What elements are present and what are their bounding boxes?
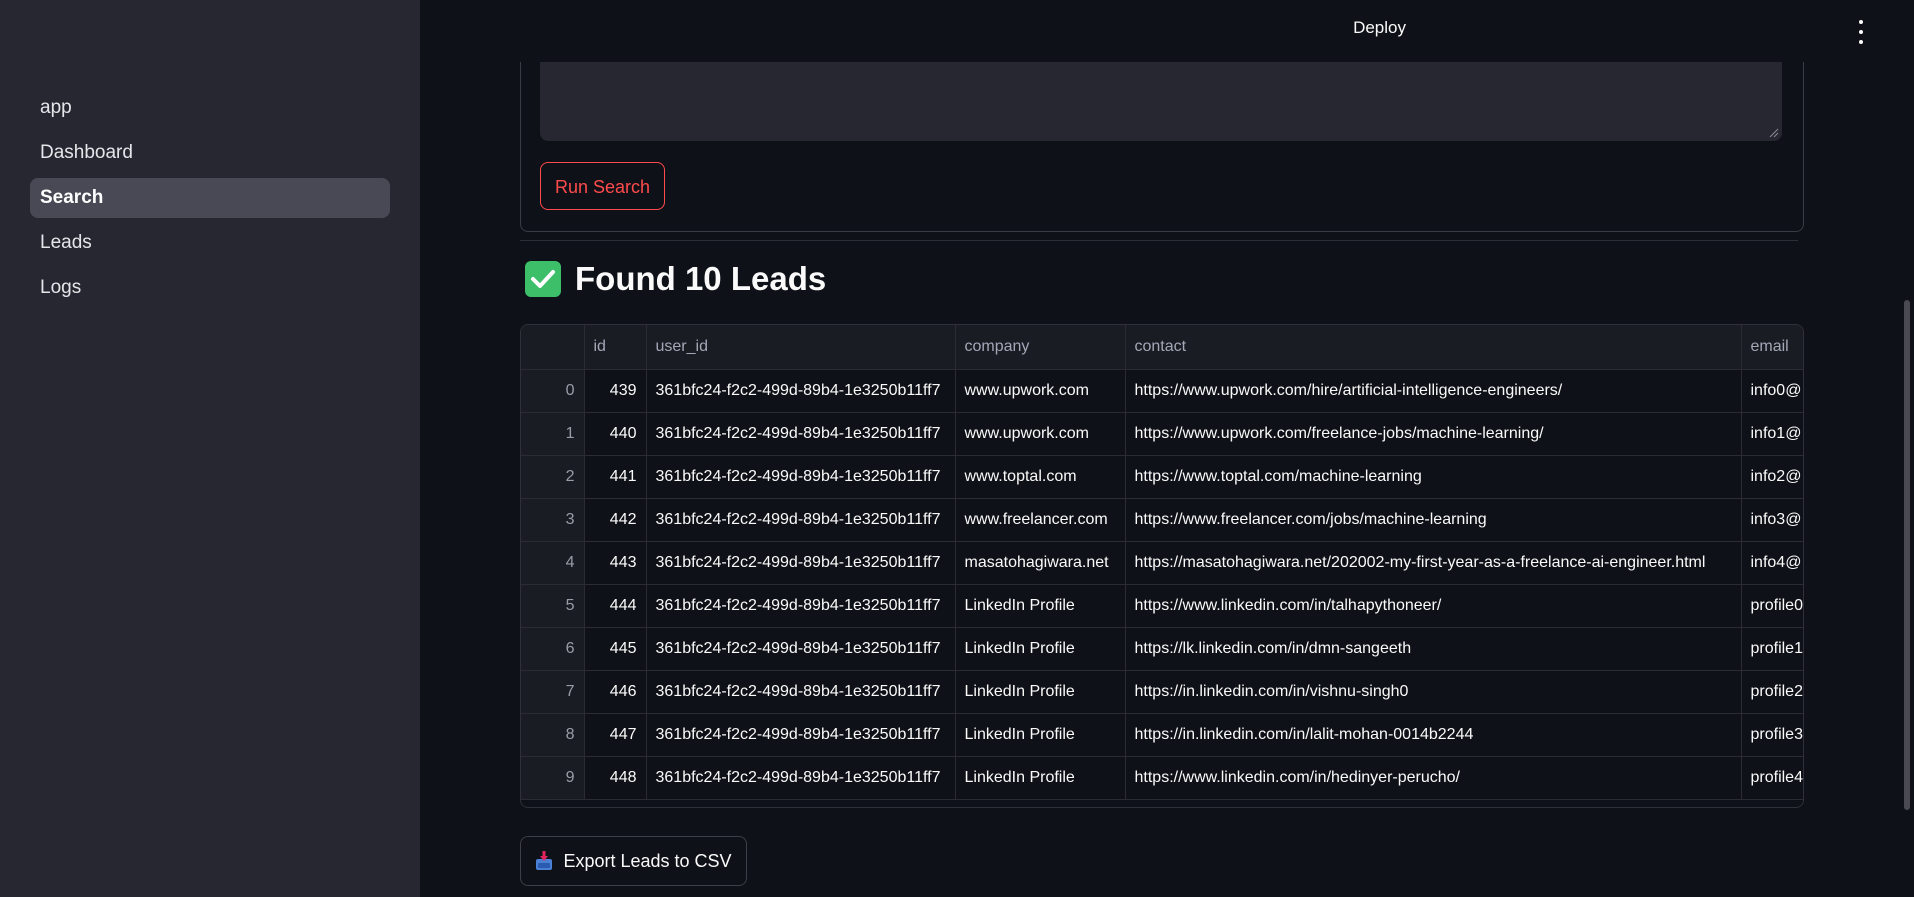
cell-id[interactable]: 441 bbox=[584, 455, 647, 499]
table-row[interactable]: 0 439 361bfc24-f2c2-499d-89b4-1e3250b11ff7… bbox=[521, 369, 1803, 413]
cell-index[interactable]: 4 bbox=[521, 541, 585, 585]
cell-id[interactable]: 447 bbox=[584, 713, 647, 757]
deploy-button[interactable]: Deploy bbox=[1353, 18, 1406, 38]
cell-company[interactable]: www.toptal.com bbox=[955, 455, 1126, 499]
table-row[interactable]: 4 443 361bfc24-f2c2-499d-89b4-1e3250b11ff7… bbox=[521, 541, 1803, 585]
cell-email[interactable]: profile2 bbox=[1741, 670, 1803, 714]
column-header-company[interactable]: company bbox=[955, 325, 1126, 370]
sidebar-item-leads[interactable]: Leads bbox=[30, 223, 390, 263]
cell-email[interactable]: info1@ bbox=[1741, 412, 1803, 456]
app-header: Deploy bbox=[420, 0, 1914, 62]
cell-contact[interactable]: https://www.linkedin.com/in/talhapythone… bbox=[1125, 584, 1742, 628]
column-header-user-id[interactable]: user_id bbox=[646, 325, 956, 370]
cell-id[interactable]: 446 bbox=[584, 670, 647, 714]
cell-contact[interactable]: https://in.linkedin.com/in/lalit-mohan-0… bbox=[1125, 713, 1742, 757]
cell-index[interactable]: 9 bbox=[521, 756, 585, 800]
cell-company[interactable]: LinkedIn Profile bbox=[955, 627, 1126, 671]
cell-user-id[interactable]: 361bfc24-f2c2-499d-89b4-1e3250b11ff7 bbox=[646, 455, 956, 499]
cell-index[interactable]: 5 bbox=[521, 584, 585, 628]
cell-id[interactable]: 439 bbox=[584, 369, 647, 413]
cell-company[interactable]: LinkedIn Profile bbox=[955, 584, 1126, 628]
sidebar-item-dashboard[interactable]: Dashboard bbox=[30, 133, 390, 173]
table-row[interactable]: 1 440 361bfc24-f2c2-499d-89b4-1e3250b11ff7… bbox=[521, 412, 1803, 456]
column-header-index[interactable] bbox=[521, 325, 585, 370]
sidebar-item-logs[interactable]: Logs bbox=[30, 268, 390, 308]
cell-contact[interactable]: https://www.linkedin.com/in/hedinyer-per… bbox=[1125, 756, 1742, 800]
check-mark-icon bbox=[525, 261, 561, 297]
run-search-button[interactable]: Run Search bbox=[540, 162, 665, 210]
cell-company[interactable]: www.upwork.com bbox=[955, 369, 1126, 413]
table-row[interactable]: 6 445 361bfc24-f2c2-499d-89b4-1e3250b11ff7… bbox=[521, 627, 1803, 671]
table-row[interactable]: 3 442 361bfc24-f2c2-499d-89b4-1e3250b11ff7… bbox=[521, 498, 1803, 542]
column-header-email[interactable]: email bbox=[1741, 325, 1803, 370]
cell-contact[interactable]: https://www.toptal.com/machine-learning bbox=[1125, 455, 1742, 499]
column-header-contact[interactable]: contact bbox=[1125, 325, 1742, 370]
export-label: Export Leads to CSV bbox=[563, 850, 732, 871]
cell-id[interactable]: 448 bbox=[584, 756, 647, 800]
cell-user-id[interactable]: 361bfc24-f2c2-499d-89b4-1e3250b11ff7 bbox=[646, 369, 956, 413]
cell-index[interactable]: 1 bbox=[521, 412, 585, 456]
leads-table[interactable]: id user_id company contact email 0 439 361… bbox=[520, 324, 1804, 808]
main-menu-icon[interactable] bbox=[1853, 20, 1869, 44]
cell-id[interactable]: 445 bbox=[584, 627, 647, 671]
cell-email[interactable]: info0@ bbox=[1741, 369, 1803, 413]
cell-index[interactable]: 0 bbox=[521, 369, 585, 413]
results-heading: Found 10 Leads bbox=[525, 260, 826, 298]
sidebar-item-search[interactable]: Search bbox=[30, 178, 390, 218]
cell-user-id[interactable]: 361bfc24-f2c2-499d-89b4-1e3250b11ff7 bbox=[646, 541, 956, 585]
cell-index[interactable]: 6 bbox=[521, 627, 585, 671]
cell-contact[interactable]: https://www.upwork.com/freelance-jobs/ma… bbox=[1125, 412, 1742, 456]
cell-user-id[interactable]: 361bfc24-f2c2-499d-89b4-1e3250b11ff7 bbox=[646, 713, 956, 757]
cell-index[interactable]: 7 bbox=[521, 670, 585, 714]
column-header-id[interactable]: id bbox=[584, 325, 647, 370]
cell-index[interactable]: 8 bbox=[521, 713, 585, 757]
cell-id[interactable]: 443 bbox=[584, 541, 647, 585]
resize-grip-icon[interactable] bbox=[1769, 128, 1779, 138]
cell-email[interactable]: profile4 bbox=[1741, 756, 1803, 800]
table-row[interactable]: 8 447 361bfc24-f2c2-499d-89b4-1e3250b11ff7… bbox=[521, 713, 1803, 757]
cell-index[interactable]: 2 bbox=[521, 455, 585, 499]
cell-user-id[interactable]: 361bfc24-f2c2-499d-89b4-1e3250b11ff7 bbox=[646, 498, 956, 542]
cell-company[interactable]: LinkedIn Profile bbox=[955, 670, 1126, 714]
cell-id[interactable]: 442 bbox=[584, 498, 647, 542]
cell-user-id[interactable]: 361bfc24-f2c2-499d-89b4-1e3250b11ff7 bbox=[646, 670, 956, 714]
cell-email[interactable]: profile0 bbox=[1741, 584, 1803, 628]
export-csv-button[interactable]: Export Leads to CSV bbox=[520, 836, 747, 886]
cell-index[interactable]: 3 bbox=[521, 498, 585, 542]
cell-contact[interactable]: https://masatohagiwara.net/202002-my-fir… bbox=[1125, 541, 1742, 585]
table-row[interactable]: 9 448 361bfc24-f2c2-499d-89b4-1e3250b11ff7… bbox=[521, 756, 1803, 800]
results-title: Found 10 Leads bbox=[575, 260, 827, 297]
cell-email[interactable]: profile1 bbox=[1741, 627, 1803, 671]
cell-contact[interactable]: https://lk.linkedin.com/in/dmn-sangeeth bbox=[1125, 627, 1742, 671]
cell-contact[interactable]: https://www.freelancer.com/jobs/machine-… bbox=[1125, 498, 1742, 542]
cell-id[interactable]: 440 bbox=[584, 412, 647, 456]
sidebar: app Dashboard Search Leads Logs bbox=[0, 0, 420, 897]
cell-user-id[interactable]: 361bfc24-f2c2-499d-89b4-1e3250b11ff7 bbox=[646, 627, 956, 671]
table-row[interactable]: 2 441 361bfc24-f2c2-499d-89b4-1e3250b11ff7… bbox=[521, 455, 1803, 499]
cell-email[interactable]: info2@ bbox=[1741, 455, 1803, 499]
cell-email[interactable]: info4@ bbox=[1741, 541, 1803, 585]
cell-contact[interactable]: https://in.linkedin.com/in/vishnu-singh0 bbox=[1125, 670, 1742, 714]
table-row[interactable]: 5 444 361bfc24-f2c2-499d-89b4-1e3250b11ff7… bbox=[521, 584, 1803, 628]
cell-company[interactable]: www.freelancer.com bbox=[955, 498, 1126, 542]
cell-company[interactable]: www.upwork.com bbox=[955, 412, 1126, 456]
page-scrollbar[interactable] bbox=[1904, 300, 1910, 810]
divider bbox=[520, 240, 1798, 241]
cell-company[interactable]: LinkedIn Profile bbox=[955, 756, 1126, 800]
cell-email[interactable]: profile3 bbox=[1741, 713, 1803, 757]
table-row[interactable]: 7 446 361bfc24-f2c2-499d-89b4-1e3250b11ff7… bbox=[521, 670, 1803, 714]
cell-email[interactable]: info3@ bbox=[1741, 498, 1803, 542]
cell-id[interactable]: 444 bbox=[584, 584, 647, 628]
sidebar-item-app[interactable]: app bbox=[30, 88, 390, 128]
cell-company[interactable]: masatohagiwara.net bbox=[955, 541, 1126, 585]
table-header-row: id user_id company contact email bbox=[521, 325, 1803, 370]
inbox-tray-icon bbox=[535, 851, 553, 871]
cell-company[interactable]: LinkedIn Profile bbox=[955, 713, 1126, 757]
cell-contact[interactable]: https://www.upwork.com/hire/artificial-i… bbox=[1125, 369, 1742, 413]
sidebar-nav: app Dashboard Search Leads Logs bbox=[30, 88, 390, 313]
cell-user-id[interactable]: 361bfc24-f2c2-499d-89b4-1e3250b11ff7 bbox=[646, 756, 956, 800]
cell-user-id[interactable]: 361bfc24-f2c2-499d-89b4-1e3250b11ff7 bbox=[646, 584, 956, 628]
cell-user-id[interactable]: 361bfc24-f2c2-499d-89b4-1e3250b11ff7 bbox=[646, 412, 956, 456]
